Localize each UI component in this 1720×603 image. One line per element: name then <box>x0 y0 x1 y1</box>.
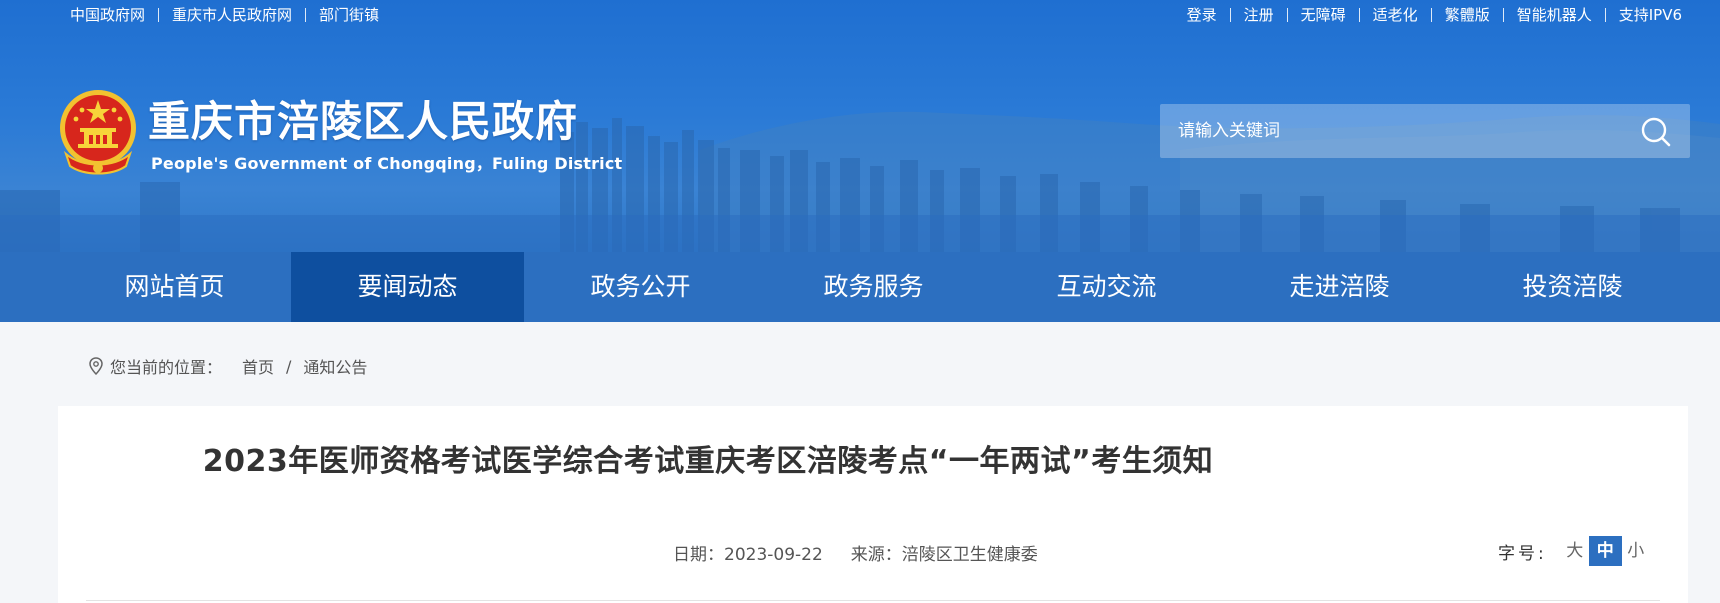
link-accessibility[interactable]: 无障碍 <box>1301 5 1346 25</box>
link-traditional-chinese[interactable]: 繁體版 <box>1445 5 1490 25</box>
article-title: 2023年医师资格考试医学综合考试重庆考区涪陵考点“一年两试”考生须知 <box>202 444 1214 479</box>
breadcrumb: 您当前的位置： 首页 / 通知公告 <box>88 354 367 378</box>
breadcrumb-notices[interactable]: 通知公告 <box>303 354 367 378</box>
link-elderly-mode[interactable]: 适老化 <box>1373 5 1418 25</box>
link-login[interactable]: 登录 <box>1187 5 1217 25</box>
breadcrumb-label: 您当前的位置： <box>110 358 223 377</box>
site-subtitle: People's Government of Chongqing，Fuling … <box>151 154 623 173</box>
divider <box>158 8 160 22</box>
header-banner: 中国政府网 重庆市人民政府网 部门街镇 登录 注册 无障碍 适老化 繁體版 智能… <box>0 0 1720 252</box>
search-input[interactable] <box>1160 104 1620 158</box>
nav-gov-affairs-open[interactable]: 政务公开 <box>524 252 757 322</box>
link-china-gov[interactable]: 中国政府网 <box>70 5 145 25</box>
article-card: 2023年医师资格考试医学综合考试重庆考区涪陵考点“一年两试”考生须知 日期：2… <box>58 406 1688 603</box>
font-size-label: 字号: <box>1498 543 1547 564</box>
top-utility-bar: 中国政府网 重庆市人民政府网 部门街镇 登录 注册 无障碍 适老化 繁體版 智能… <box>0 5 1720 27</box>
search-box <box>1160 104 1690 158</box>
nav-about-fuling[interactable]: 走进涪陵 <box>1223 252 1456 322</box>
link-smart-robot[interactable]: 智能机器人 <box>1517 5 1592 25</box>
article-source: 来源：涪陵区卫生健康委 <box>850 545 1038 565</box>
breadcrumb-separator: / <box>286 356 292 376</box>
top-links-right: 登录 注册 无障碍 适老化 繁體版 智能机器人 支持IPV6 <box>1187 5 1682 25</box>
font-size-small-button[interactable]: 小 <box>1622 536 1650 566</box>
link-chongqing-gov[interactable]: 重庆市人民政府网 <box>172 5 292 25</box>
site-title[interactable]: 重庆市涪陵区人民政府 <box>148 98 578 146</box>
nav-invest-fuling[interactable]: 投资涪陵 <box>1456 252 1689 322</box>
nav-home[interactable]: 网站首页 <box>58 252 291 322</box>
divider <box>1229 8 1231 22</box>
nav-interaction[interactable]: 互动交流 <box>990 252 1223 322</box>
breadcrumb-home[interactable]: 首页 <box>242 354 274 378</box>
article-date: 日期：2023-09-22 <box>673 545 823 565</box>
divider <box>86 600 1660 601</box>
location-pin-icon <box>89 357 103 375</box>
divider <box>1604 8 1606 22</box>
national-emblem-icon <box>60 90 136 175</box>
article-meta: 日期：2023-09-22 来源：涪陵区卫生健康委 <box>673 540 1038 565</box>
nav-news[interactable]: 要闻动态 <box>291 252 524 322</box>
font-size-medium-button[interactable]: 中 <box>1588 536 1622 566</box>
divider <box>1502 8 1504 22</box>
divider <box>1286 8 1288 22</box>
divider <box>305 8 307 22</box>
meta-spacer <box>823 540 851 565</box>
main-nav: 网站首页 要闻动态 政务公开 政务服务 互动交流 走进涪陵 投资涪陵 <box>0 252 1720 322</box>
divider <box>1358 8 1360 22</box>
search-icon[interactable] <box>1640 116 1672 148</box>
top-links-left: 中国政府网 重庆市人民政府网 部门街镇 <box>70 5 379 25</box>
divider <box>1430 8 1432 22</box>
font-size-large-button[interactable]: 大 <box>1561 536 1589 566</box>
link-departments[interactable]: 部门街镇 <box>319 5 379 25</box>
link-ipv6[interactable]: 支持IPV6 <box>1619 5 1682 25</box>
nav-gov-services[interactable]: 政务服务 <box>757 252 990 322</box>
font-size-switcher: 字号: 大 中 小 <box>1498 536 1650 566</box>
link-register[interactable]: 注册 <box>1244 5 1274 25</box>
